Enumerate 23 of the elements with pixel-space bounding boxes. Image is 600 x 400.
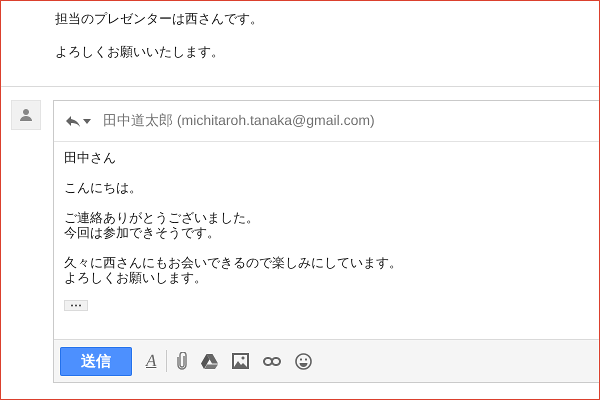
- reply-icon: [66, 116, 80, 126]
- emoji-icon[interactable]: [295, 352, 312, 370]
- body-text: ご連絡ありがとうございました。: [64, 210, 260, 225]
- show-trimmed-button[interactable]: [64, 300, 88, 311]
- caret-icon: [83, 118, 91, 124]
- reply-dropdown[interactable]: [64, 114, 93, 128]
- drive-icon[interactable]: [201, 354, 218, 368]
- body-text: こんにちは。: [64, 180, 143, 195]
- recipient-text: 田中道太郎 (michitaroh.tanaka@gmail.com): [103, 112, 375, 130]
- body-text: 久々に西さんにもお会いできるので楽しみにしています。: [64, 255, 403, 270]
- body-text: 今回は参加できそうです。: [64, 225, 221, 240]
- formatting-button[interactable]: A: [142, 351, 160, 371]
- body-text: 田中さん: [64, 150, 117, 165]
- message-text: 担当のプレゼンターは西さんです。: [55, 10, 264, 28]
- link-icon[interactable]: [263, 356, 282, 366]
- ellipsis-icon: [70, 304, 82, 307]
- send-button[interactable]: 送信: [60, 346, 132, 376]
- avatar-icon: [11, 100, 41, 130]
- paperclip-icon[interactable]: [177, 352, 188, 370]
- image-icon[interactable]: [232, 353, 250, 369]
- body-text: よろしくお願いします。: [64, 270, 208, 285]
- message-text: よろしくお願いいたします。: [55, 43, 225, 61]
- message-body-field[interactable]: 田中さん こんにちは。 ご連絡ありがとうございました。 今回は参加できそうです。 久々に西さんにもお会いできるので楽しみにしています。 よろしくお願いします。: [54, 142, 599, 339]
